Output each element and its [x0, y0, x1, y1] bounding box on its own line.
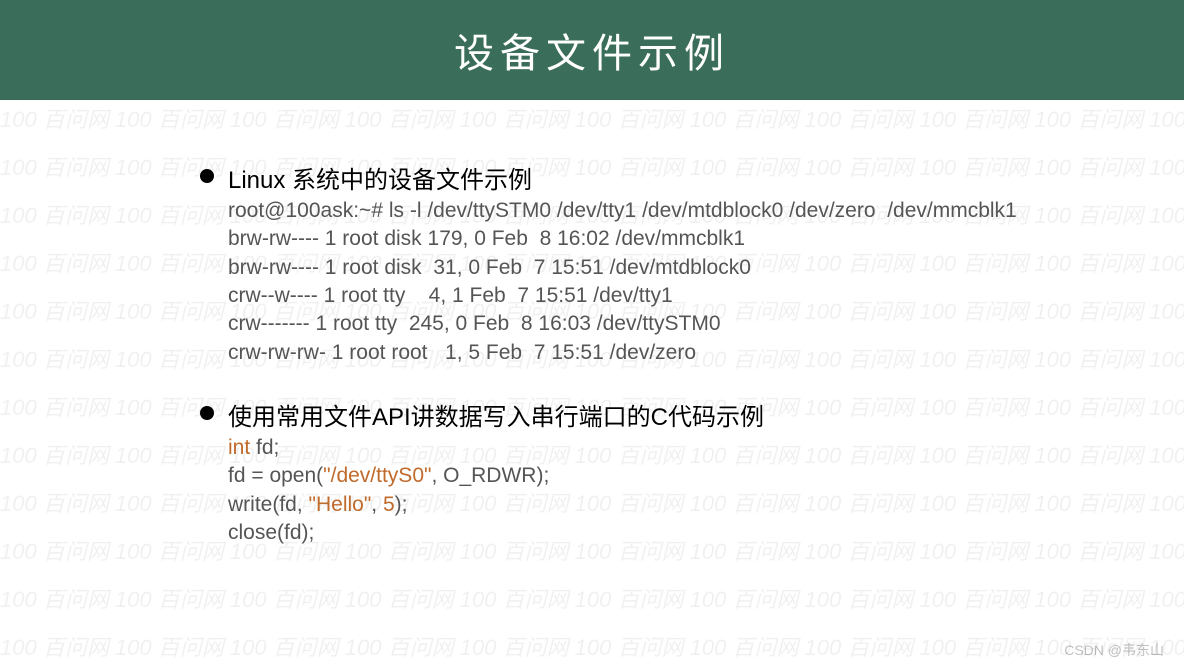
bullet-2-title: 使用常用文件API讲数据写入串行端口的C代码示例: [228, 397, 764, 432]
code-text: );: [395, 493, 408, 516]
footer-watermark: CSDN @韦东山: [1064, 640, 1164, 660]
code-text: , O_RDWR);: [431, 464, 549, 487]
bullet-1-title: Linux 系统中的设备文件示例: [228, 160, 532, 195]
code-text: fd;: [250, 436, 279, 459]
string-literal: "/dev/ttyS0": [323, 464, 431, 487]
code-line-2: fd = open("/dev/ttyS0", O_RDWR);: [228, 462, 1184, 490]
string-literal: "Hello": [309, 493, 372, 516]
slide-header: 设备文件示例: [0, 0, 1184, 100]
code-text: write(fd,: [228, 493, 309, 516]
number-literal: 5: [383, 493, 395, 516]
code-line-3: write(fd, "Hello", 5);: [228, 491, 1184, 519]
slide-content: Linux 系统中的设备文件示例 root@100ask:~# ls -l /d…: [0, 100, 1184, 547]
code-text: fd = open(: [228, 464, 323, 487]
bullet-1: Linux 系统中的设备文件示例: [200, 160, 1184, 195]
c-code-block: int fd; fd = open("/dev/ttyS0", O_RDWR);…: [228, 434, 1184, 547]
code-text: ,: [371, 493, 383, 516]
code-line-4: close(fd);: [228, 519, 1184, 547]
code-text: close(fd);: [228, 521, 314, 544]
slide-title: 设备文件示例: [454, 21, 730, 79]
code-line-1: int fd;: [228, 434, 1184, 462]
keyword-int: int: [228, 436, 250, 459]
bullet-icon: [200, 406, 214, 420]
bullet-2: 使用常用文件API讲数据写入串行端口的C代码示例: [200, 397, 1184, 432]
bullet-icon: [200, 169, 214, 183]
ls-output: root@100ask:~# ls -l /dev/ttySTM0 /dev/t…: [228, 197, 1184, 367]
